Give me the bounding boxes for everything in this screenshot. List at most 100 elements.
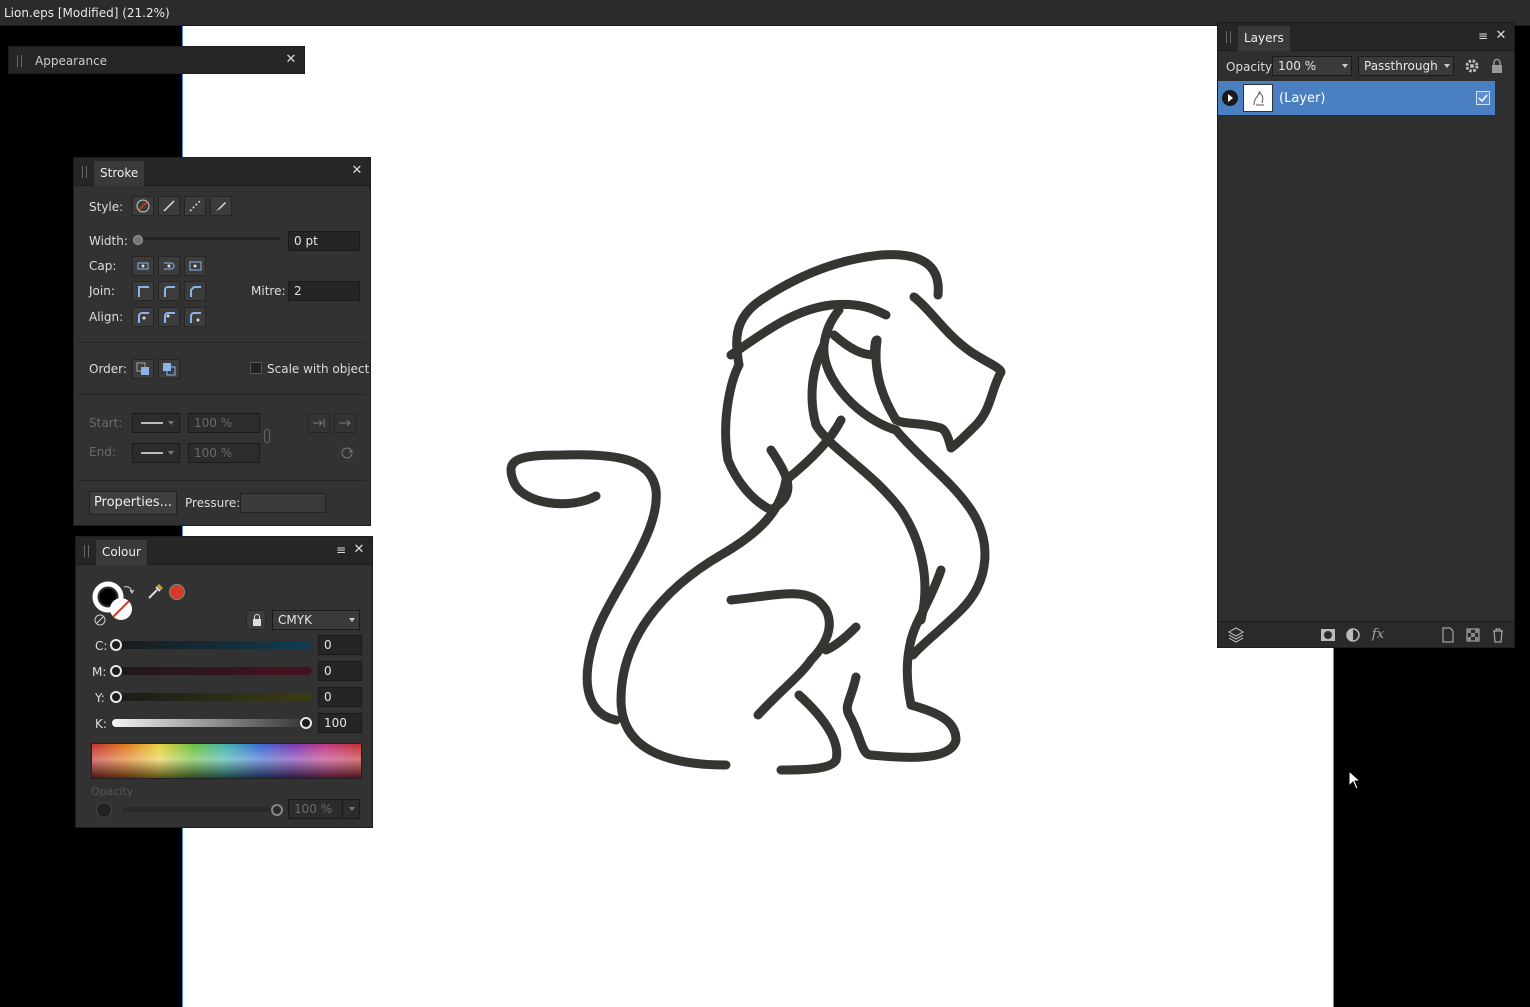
lion-thumbnail-icon — [1253, 90, 1264, 106]
close-icon[interactable]: ✕ — [350, 164, 364, 178]
fill-stroke-swatch[interactable] — [92, 581, 138, 627]
align-inside-button[interactable] — [158, 307, 180, 327]
style-dash-button[interactable] — [184, 196, 206, 216]
mask-icon[interactable] — [1319, 626, 1337, 644]
layer-opacity-field[interactable]: 100 % — [1272, 56, 1352, 76]
end-arrowhead-select[interactable] — [132, 443, 180, 463]
mitre-field[interactable]: 2 — [288, 281, 360, 301]
align-center-button[interactable] — [132, 307, 154, 327]
panel-grip[interactable] — [17, 55, 22, 67]
panel-menu-icon[interactable]: ≡ — [334, 543, 348, 557]
k-slider[interactable] — [112, 719, 312, 727]
tab-colour[interactable]: Colour — [96, 540, 147, 565]
close-icon[interactable]: ✕ — [1494, 29, 1508, 43]
join-round-button[interactable] — [158, 281, 180, 301]
swap-arrows-button[interactable] — [336, 443, 358, 463]
new-pixel-layer-icon[interactable] — [1464, 626, 1482, 644]
cap-round-icon — [164, 262, 175, 270]
y-slider-knob[interactable] — [110, 691, 122, 703]
cap-square-button[interactable] — [184, 256, 206, 276]
arrow-inside-button[interactable] — [308, 413, 330, 433]
panel-grip[interactable] — [1226, 31, 1231, 43]
close-icon[interactable]: ✕ — [352, 543, 366, 557]
trash-icon[interactable] — [1489, 626, 1507, 644]
close-icon[interactable]: ✕ — [284, 53, 298, 67]
m-slider[interactable] — [112, 667, 312, 675]
k-field[interactable]: 100 — [318, 713, 362, 733]
join-miter-button[interactable] — [132, 281, 154, 301]
lock-icon[interactable] — [1490, 58, 1504, 74]
start-label: Start: — [89, 416, 123, 430]
current-colour-swatch[interactable] — [169, 584, 185, 600]
layer-name[interactable]: (Layer) — [1279, 91, 1325, 106]
opacity-label: Opacity — [91, 785, 134, 798]
cap-butt-button[interactable] — [132, 256, 154, 276]
tab-layers[interactable]: Layers — [1238, 26, 1290, 51]
dashed-line-icon — [189, 200, 201, 212]
arrow-outside-button[interactable] — [334, 413, 356, 433]
m-field[interactable]: 0 — [318, 661, 362, 681]
y-slider[interactable] — [112, 693, 312, 701]
opacity-slider[interactable] — [122, 807, 276, 812]
align-inside-icon — [164, 312, 175, 323]
panel-grip[interactable] — [84, 545, 89, 557]
c-slider[interactable] — [112, 641, 312, 649]
start-scale-field[interactable]: 100 % — [188, 413, 260, 433]
colour-model-select[interactable]: CMYK — [272, 610, 360, 630]
start-arrowhead-select[interactable] — [132, 413, 180, 433]
width-slider[interactable] — [136, 237, 281, 240]
layer-visibility-checkbox[interactable] — [1476, 91, 1490, 105]
opacity-field[interactable]: 100 % — [288, 799, 346, 819]
divider — [78, 394, 366, 395]
width-field[interactable]: 0 pt — [288, 231, 360, 251]
swap-icon — [341, 447, 353, 459]
order-stroke-behind-button[interactable] — [132, 359, 154, 379]
layers-stack-icon[interactable] — [1227, 626, 1245, 644]
end-scale-field[interactable]: 100 % — [188, 443, 260, 463]
window-title: Lion.eps [Modified] (21.2%) — [4, 6, 170, 20]
width-slider-knob[interactable] — [133, 235, 143, 245]
cap-round-button[interactable] — [158, 256, 180, 276]
expand-layer-icon[interactable] — [1221, 89, 1239, 107]
style-solid-button[interactable] — [158, 196, 180, 216]
gear-icon[interactable] — [1464, 58, 1480, 74]
order-stroke-front-button[interactable] — [158, 359, 180, 379]
colour-spectrum[interactable] — [91, 743, 362, 779]
style-label: Style: — [89, 200, 124, 214]
tab-stroke[interactable]: Stroke — [94, 161, 145, 186]
align-outside-icon — [190, 312, 201, 323]
chevron-down-icon — [168, 421, 174, 425]
chevron-down-icon — [349, 618, 355, 622]
width-label: Width: — [89, 234, 128, 248]
m-label: M: — [92, 665, 107, 679]
scale-with-object-checkbox[interactable] — [250, 362, 262, 374]
k-slider-knob[interactable] — [300, 717, 312, 729]
layer-opacity-label: Opacity: — [1226, 60, 1276, 74]
chevron-down-icon — [168, 451, 174, 455]
properties-button[interactable]: Properties... — [89, 491, 177, 515]
appearance-tab[interactable]: Appearance — [35, 54, 107, 68]
style-brush-button[interactable] — [210, 196, 232, 216]
c-slider-knob[interactable] — [110, 639, 122, 651]
y-field[interactable]: 0 — [318, 687, 362, 707]
align-outside-button[interactable] — [184, 307, 206, 327]
fx-icon[interactable]: fx — [1369, 626, 1387, 644]
m-slider-knob[interactable] — [110, 665, 122, 677]
opacity-dropdown[interactable] — [342, 799, 360, 819]
panel-grip[interactable] — [82, 166, 87, 178]
layer-row[interactable]: (Layer) — [1218, 81, 1495, 115]
opacity-slider-knob[interactable] — [271, 804, 283, 816]
join-bevel-button[interactable] — [184, 281, 206, 301]
new-layer-icon[interactable] — [1439, 626, 1457, 644]
link-icon[interactable] — [264, 429, 270, 443]
pressure-graph[interactable] — [240, 493, 326, 513]
adjustment-icon[interactable] — [1344, 626, 1362, 644]
style-none-button[interactable] — [132, 196, 154, 216]
lock-colour-button[interactable] — [246, 610, 266, 630]
eyedropper-icon[interactable] — [146, 583, 164, 601]
c-field[interactable]: 0 — [318, 635, 362, 655]
line-icon — [141, 422, 163, 424]
blend-mode-select[interactable]: Passthrough — [1358, 56, 1454, 76]
panel-menu-icon[interactable]: ≡ — [1476, 29, 1490, 43]
stroke-front-icon — [163, 363, 176, 376]
